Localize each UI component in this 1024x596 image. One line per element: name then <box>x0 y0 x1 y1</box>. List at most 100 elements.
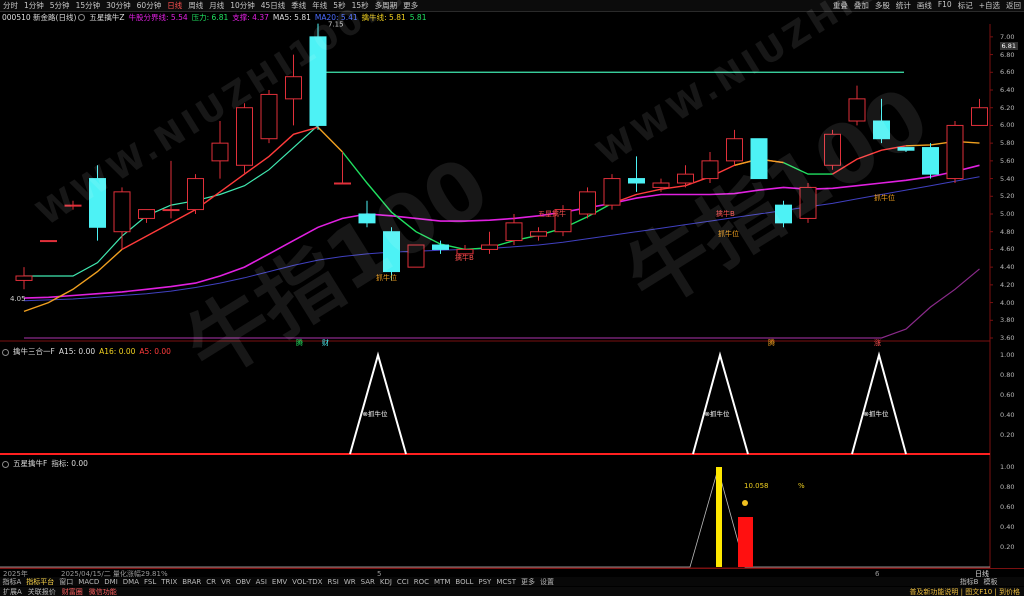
indicator-tab-5[interactable]: DMA <box>120 578 141 586</box>
indicator-tab-20[interactable]: ROC <box>411 578 431 586</box>
candle-body <box>187 178 204 211</box>
axis-label: 6.00 <box>1000 121 1015 130</box>
indicator-tab-4[interactable]: DMI <box>102 578 121 586</box>
candle-15[interactable] <box>383 227 400 281</box>
settings-circle-icon[interactable] <box>2 348 9 356</box>
candle-18[interactable] <box>456 245 474 255</box>
candle-body <box>260 93 278 140</box>
settings-circle-icon[interactable] <box>2 460 9 468</box>
indicator-tab-14[interactable]: VOL-TDX <box>290 578 325 586</box>
bull-b-label-1: 擒牛B <box>455 253 474 262</box>
tab-right-1[interactable]: 模板 <box>981 577 1000 586</box>
panel2-a5: A5: 0.00 <box>139 347 171 356</box>
candle-16[interactable] <box>407 244 425 268</box>
candle-7[interactable] <box>187 174 204 214</box>
candle-1[interactable] <box>40 240 57 243</box>
bottom-item-1[interactable]: 关联报价 <box>25 587 59 596</box>
panel2-axis-label: 1.00 <box>1000 351 1015 359</box>
axis-label: 5.20 <box>1000 192 1015 201</box>
ma20-line <box>23 164 980 299</box>
candle-9[interactable] <box>236 103 253 175</box>
indicator-tab-13[interactable]: EMV <box>269 578 289 586</box>
indicator-tab-7[interactable]: TRIX <box>159 578 180 586</box>
indicator-tab-3[interactable]: MACD <box>76 578 102 586</box>
axis-label: 3.60 <box>1000 334 1015 342</box>
low-label: 4.05 <box>10 295 26 303</box>
ma5-segment-3 <box>341 151 466 251</box>
axis-label: 5.40 <box>1000 174 1015 183</box>
tab-right-0[interactable]: 指标B <box>957 577 981 586</box>
indicator-tab-6[interactable]: FSL <box>142 578 159 586</box>
candle-25[interactable] <box>628 156 645 192</box>
panel3-axis-label: 0.20 <box>1000 543 1015 551</box>
indicator-tab-2[interactable]: 窗口 <box>57 577 76 586</box>
axis-label: 6.20 <box>1000 103 1015 112</box>
candle-13[interactable] <box>334 152 351 185</box>
candle-8[interactable] <box>211 121 229 179</box>
candle-33[interactable] <box>824 129 841 170</box>
candle-21[interactable] <box>530 227 547 241</box>
indicator-tab-22[interactable]: BOLL <box>453 578 476 586</box>
candle-24[interactable] <box>603 174 621 210</box>
indicator-tab-18[interactable]: KDJ <box>377 578 394 586</box>
candle-body <box>138 209 155 219</box>
chart-canvas[interactable]: 7.154.05抓牛位擒牛B五星擒牛 擒牛B抓牛位抓牛位腾财腾涨⊗抓牛位 ⊗抓牛位 ⊗… <box>0 0 1024 596</box>
indicator-tab-17[interactable]: SAR <box>358 578 377 586</box>
candle-4[interactable] <box>113 187 131 250</box>
indicator-tab-19[interactable]: CCI <box>394 578 411 586</box>
bottom-right-links[interactable]: 普及新功能说明 | 图文F10 | 到价格 <box>909 587 1024 596</box>
candle-body <box>89 178 106 228</box>
candle-2[interactable] <box>64 200 82 210</box>
candle-39[interactable] <box>971 98 988 126</box>
indicator-tab-26[interactable]: 设置 <box>538 577 557 586</box>
candle-3[interactable] <box>89 165 106 241</box>
buy-label-1: 抓牛位 <box>376 273 397 282</box>
candle-10[interactable] <box>260 90 278 144</box>
candle-12[interactable] <box>309 23 327 130</box>
candle-23[interactable] <box>579 187 596 219</box>
candle-31[interactable] <box>775 200 792 228</box>
indicator-tab-16[interactable]: WR <box>341 578 358 586</box>
indicator-tab-8[interactable]: BRAR <box>180 578 204 586</box>
candle-0[interactable] <box>15 267 33 290</box>
indicator-tab-0[interactable]: 指标A <box>0 577 24 586</box>
peak-label-0: ⊗抓牛位 <box>363 409 388 418</box>
panel2-axis-label: 0.20 <box>1000 431 1015 439</box>
indicator-tab-9[interactable]: CR <box>204 578 219 586</box>
candle-35[interactable] <box>873 98 890 144</box>
bottom-item-0[interactable]: 扩展A <box>0 587 25 596</box>
bottom-item-2[interactable]: 财富圈 <box>59 587 86 596</box>
candle-38[interactable] <box>946 121 964 183</box>
candle-body <box>505 222 523 242</box>
panel2-a15: A15: 0.00 <box>58 347 96 356</box>
peak-label-2: ⊗抓牛位 <box>864 409 889 418</box>
panel3-axis-label: 1.00 <box>1000 463 1015 471</box>
panel2-title[interactable]: 擒牛三合一F <box>11 347 57 356</box>
indicator-tab-15[interactable]: RSI <box>325 578 341 586</box>
candle-28[interactable] <box>701 152 719 183</box>
indicator-tab-23[interactable]: PSY <box>476 578 494 586</box>
indicator-tab-21[interactable]: MTM <box>432 578 453 586</box>
indicator-tabs: 指标A 指标平台 窗口 MACD DMI DMA FSL TRIX BRAR CR VR OBV ASI… <box>0 577 1024 586</box>
candle-17[interactable] <box>432 240 449 254</box>
candle-32[interactable] <box>799 183 817 223</box>
candle-36[interactable] <box>897 147 915 152</box>
candle-6[interactable] <box>162 160 180 219</box>
candle-29[interactable] <box>726 129 743 166</box>
candle-30[interactable] <box>750 138 768 180</box>
panel3-title[interactable]: 五星擒牛F <box>11 459 49 468</box>
candle-19[interactable] <box>481 231 498 254</box>
candle-11[interactable] <box>285 54 302 126</box>
panel3-line <box>0 467 990 568</box>
axis-label: 6.60 <box>1000 68 1015 77</box>
indicator-tab-11[interactable]: OBV <box>233 578 253 586</box>
candle-37[interactable] <box>922 143 939 179</box>
indicator-tab-1[interactable]: 指标平台 <box>24 577 57 586</box>
indicator-tab-12[interactable]: ASI <box>253 578 269 586</box>
candle-34[interactable] <box>848 85 866 126</box>
indicator-tab-10[interactable]: VR <box>219 578 234 586</box>
indicator-tab-25[interactable]: 更多 <box>519 577 538 586</box>
indicator-tab-24[interactable]: MCST <box>494 578 519 586</box>
candle-14[interactable] <box>358 200 376 228</box>
bottom-item-3[interactable]: 微信功能 <box>86 587 120 596</box>
